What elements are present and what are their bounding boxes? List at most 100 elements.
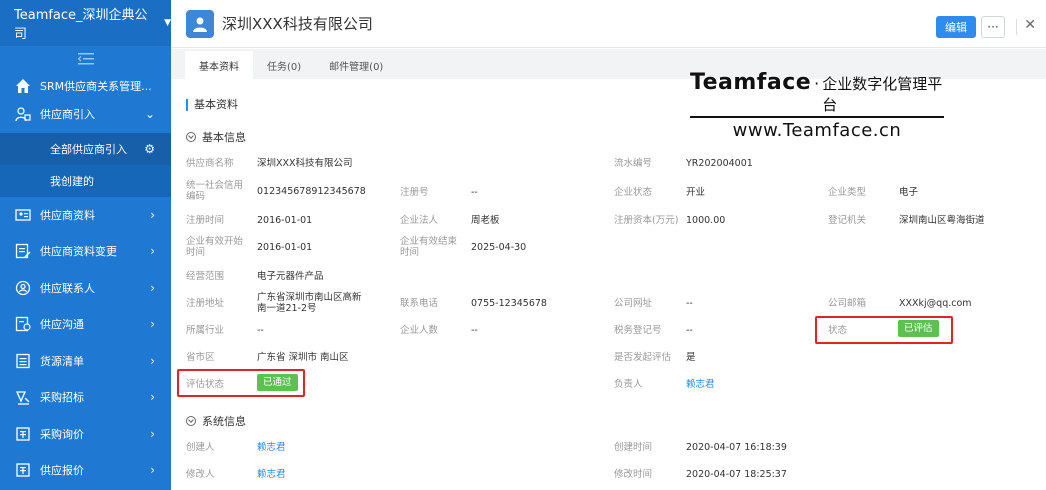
field-label: 负责人 — [614, 379, 643, 390]
sidebar-item-label: 供应商引入 — [40, 108, 95, 122]
sidebar-item-label: 供应商资料变更 — [40, 245, 117, 259]
field-label: 创建时间 — [614, 442, 653, 453]
gear-icon[interactable]: ⚙ — [144, 142, 155, 156]
field-label: 修改时间 — [614, 469, 653, 480]
profile-change-icon — [14, 242, 32, 260]
sidebar-item-source-list[interactable]: 货源清单 › — [0, 343, 171, 380]
subitem-label: 全部供应商引入 — [50, 142, 127, 156]
tab-tasks[interactable]: 任务(0) — [253, 51, 315, 79]
edit-button[interactable]: 编辑 — [936, 16, 976, 38]
field-value: 电子 — [899, 187, 919, 198]
record-header: 深圳XXX科技有限公司 编辑 ··· ✕ — [171, 0, 1046, 48]
watermark-slogan: 企业数字化管理平台 — [822, 75, 943, 114]
field-label: 企业人数 — [400, 325, 439, 336]
tab-basic-info[interactable]: 基本资料 — [185, 51, 253, 79]
field-label: 登记机关 — [828, 215, 867, 226]
field-label: 企业法人 — [400, 215, 439, 226]
company-name: Teamface_深圳企典公司 — [14, 8, 148, 42]
field-value: 1000.00 — [686, 215, 726, 226]
owner-link[interactable]: 赖志君 — [686, 379, 715, 390]
bidding-icon — [14, 388, 32, 406]
menu-collapse-icon — [77, 53, 94, 65]
app-title: SRM供应商关系管理... — [40, 80, 152, 93]
chevron-right-icon: › — [150, 280, 155, 295]
group-basic-info[interactable]: 基本信息 — [186, 129, 246, 145]
field-label: 创建人 — [186, 442, 215, 453]
field-value: 是 — [686, 352, 696, 363]
field-label: 流水编号 — [614, 158, 653, 169]
field-label: 注册地址 — [186, 298, 225, 309]
sidebar-item-inquiry[interactable]: 采购询价 › — [0, 416, 171, 453]
field-label: 供应商名称 — [186, 158, 234, 169]
sidebar-item-label: 供应报价 — [40, 464, 84, 478]
sidebar-item-label: 供应联系人 — [40, 281, 95, 295]
sidebar-item-label: 采购招标 — [40, 391, 84, 405]
field-value: 2016-01-01 — [257, 215, 313, 226]
field-label: 经营范围 — [186, 271, 225, 282]
field-value: YR202004001 — [686, 158, 753, 169]
tab-mail[interactable]: 邮件管理(0) — [315, 51, 397, 79]
supplier-profile-icon — [14, 206, 32, 224]
field-value: 2020-04-07 18:25:37 — [686, 469, 787, 480]
more-button[interactable]: ··· — [981, 16, 1005, 38]
field-value: 深圳南山区粤海街道 — [899, 215, 985, 226]
highlight-box-eval-status — [177, 369, 305, 397]
field-label: 注册时间 — [186, 215, 225, 226]
collapse-circle-icon — [186, 416, 196, 426]
sidebar-item-profile-change[interactable]: 供应商资料变更 › — [0, 233, 171, 270]
modifier-link[interactable]: 赖志君 — [257, 469, 286, 480]
sidebar-item-communication[interactable]: 供应沟通 › — [0, 306, 171, 343]
field-value: 012345678912345678 — [257, 186, 366, 197]
group-title: 基本信息 — [202, 131, 246, 144]
watermark-rule — [690, 116, 944, 118]
group-title: 系统信息 — [202, 415, 246, 428]
field-label: 公司网址 — [614, 298, 653, 309]
field-label: 省市区 — [186, 352, 215, 363]
sidebar-item-supplier-intro[interactable]: 供应商引入 ⌄ — [0, 96, 171, 133]
sidebar-subitem-my-created[interactable]: 我创建的 — [0, 164, 171, 197]
sidebar-item-bidding[interactable]: 采购招标 › — [0, 379, 171, 416]
field-label: 修改人 — [186, 469, 215, 480]
field-label: 注册资本(万元) — [614, 215, 679, 226]
sidebar-app-title[interactable]: SRM供应商关系管理... — [0, 72, 171, 96]
field-label: 税务登记号 — [614, 325, 662, 336]
communication-icon — [14, 315, 32, 333]
creator-link[interactable]: 赖志君 — [257, 442, 286, 453]
sidebar-item-supplier-profile[interactable]: 供应商资料 › — [0, 197, 171, 234]
sidebar-item-contact[interactable]: 供应联系人 › — [0, 270, 171, 307]
watermark-url: www.Teamface.cn — [732, 120, 902, 141]
company-switcher[interactable]: Teamface_深圳企典公司 ▼ — [0, 0, 171, 46]
contact-icon — [14, 279, 32, 297]
sidebar-item-quote[interactable]: 供应报价 › — [0, 452, 171, 489]
chevron-right-icon: › — [150, 207, 155, 222]
field-label: 公司邮箱 — [828, 298, 867, 309]
field-value: -- — [471, 187, 478, 198]
inquiry-icon — [14, 425, 32, 443]
field-value: 2020-04-07 16:18:39 — [686, 442, 787, 453]
sidebar-item-label: 供应商资料 — [40, 208, 95, 222]
supplier-avatar — [186, 9, 214, 38]
group-system-info[interactable]: 系统信息 — [186, 413, 246, 429]
chevron-right-icon: › — [150, 390, 155, 405]
user-icon — [193, 17, 207, 32]
sidebar-subitem-all-intro[interactable]: 全部供应商引入 ⚙ — [0, 132, 171, 165]
close-button[interactable]: ✕ — [1024, 17, 1036, 33]
field-value: 0755-12345678 — [471, 298, 547, 309]
supplier-intro-icon — [14, 105, 32, 123]
chevron-right-icon: › — [150, 353, 155, 368]
field-label: 是否发起评估 — [614, 352, 672, 363]
chevron-down-icon: ⌄ — [144, 107, 155, 122]
chevron-right-icon: › — [150, 426, 155, 441]
field-value: 深圳XXX科技有限公司 — [257, 158, 353, 169]
sidebar-item-label: 供应沟通 — [40, 318, 84, 332]
quote-icon — [14, 461, 32, 479]
field-label: 企业有效结束时间 — [400, 236, 458, 258]
chevron-right-icon: › — [150, 463, 155, 478]
caret-down-icon: ▼ — [164, 18, 171, 28]
field-label: 注册号 — [400, 187, 429, 198]
collapse-sidebar-button[interactable] — [0, 46, 171, 72]
subitem-label: 我创建的 — [50, 174, 94, 188]
watermark-dot: · — [814, 74, 820, 93]
field-label: 企业状态 — [614, 187, 653, 198]
field-label: 企业有效开始时间 — [186, 236, 244, 258]
